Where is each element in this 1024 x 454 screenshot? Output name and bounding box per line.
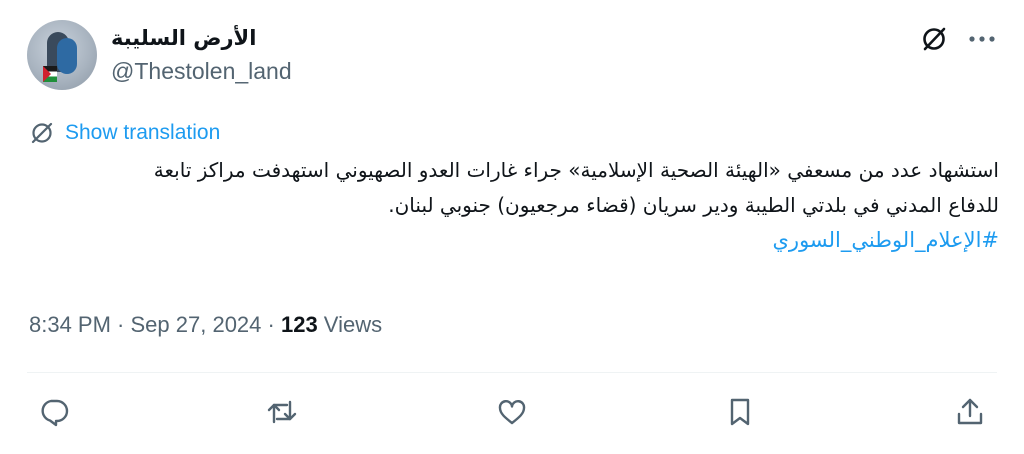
hashtag-link[interactable]: #الإعلام_الوطني_السوري	[39, 223, 1000, 258]
tweet-line-1: استشهاد عدد من مسعفي «الهيئة الصحية الإس…	[153, 158, 999, 182]
tweet-text: استشهاد عدد من مسعفي «الهيئة الصحية الإس…	[39, 153, 999, 258]
show-translation-link[interactable]: Show translation	[29, 120, 220, 146]
repost-icon	[267, 400, 297, 424]
user-handle[interactable]: @Thestolen_land	[111, 58, 292, 85]
action-bar	[0, 390, 1024, 438]
tweet-date[interactable]: Sep 27, 2024	[131, 312, 262, 337]
tweet-meta: 8:34 PM · Sep 27, 2024 · 123 Views	[29, 312, 382, 338]
share-button[interactable]	[948, 390, 992, 434]
more-dots-icon[interactable]	[965, 25, 999, 53]
show-translation-label: Show translation	[65, 121, 221, 144]
like-button[interactable]	[490, 390, 534, 434]
display-name[interactable]: الأرض السليبة	[111, 26, 256, 50]
bookmark-icon	[730, 398, 750, 426]
share-icon	[957, 398, 983, 425]
bookmark-button[interactable]	[718, 390, 762, 434]
translate-globe-icon	[29, 120, 55, 146]
slashed-circle-icon[interactable]	[919, 24, 949, 54]
reply-icon	[41, 399, 69, 427]
heart-icon	[498, 400, 526, 425]
tweet-time[interactable]: 8:34 PM	[29, 312, 111, 337]
reply-button[interactable]	[32, 390, 76, 434]
avatar[interactable]	[27, 20, 97, 90]
divider	[27, 372, 997, 373]
tweet-line-2: للدفاع المدني في بلدتي الطيبة ودير سريان…	[388, 193, 999, 217]
views-count: 123	[280, 312, 318, 337]
repost-button[interactable]	[260, 390, 304, 434]
views-label: Views	[317, 312, 383, 337]
meta-separator: ·	[110, 312, 131, 337]
meta-separator: ·	[261, 312, 281, 337]
